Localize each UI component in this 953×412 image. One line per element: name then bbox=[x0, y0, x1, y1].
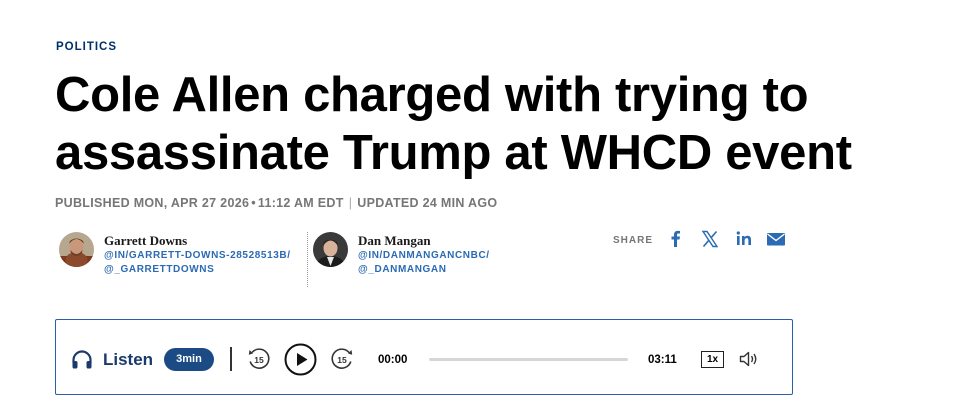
avatar[interactable] bbox=[313, 232, 348, 267]
play-button[interactable] bbox=[284, 343, 317, 381]
player-divider bbox=[230, 347, 232, 371]
audio-player: Listen 3min 15 15 00:00 03:11 1x bbox=[55, 319, 793, 395]
linkedin-icon[interactable] bbox=[733, 228, 755, 250]
timestamp-line: PUBLISHED MON, APR 27 2026 • 11:12 AM EDT |… bbox=[55, 196, 497, 210]
playback-speed-button[interactable]: 1x bbox=[701, 351, 724, 368]
total-time: 03:11 bbox=[648, 354, 677, 366]
timestamp-dot: • bbox=[251, 196, 256, 210]
author-divider bbox=[307, 232, 308, 287]
published-date: PUBLISHED MON, APR 27 2026 bbox=[55, 196, 250, 210]
author-linkedin-link[interactable]: @IN/DANMANGANCNBC/ bbox=[358, 250, 490, 261]
duration-badge: 3min bbox=[164, 348, 214, 371]
updated-time: UPDATED 24 MIN AGO bbox=[357, 196, 498, 210]
rewind-seconds: 15 bbox=[254, 355, 264, 365]
timestamp-separator: | bbox=[348, 196, 353, 210]
facebook-icon[interactable] bbox=[665, 228, 687, 250]
headline: Cole Allen charged with trying to assass… bbox=[55, 68, 852, 180]
listen-label[interactable]: Listen bbox=[103, 350, 153, 370]
email-icon[interactable] bbox=[765, 228, 787, 250]
article-header: POLITICS Cole Allen charged with trying … bbox=[55, 0, 953, 412]
author-linkedin-link[interactable]: @IN/GARRETT-DOWNS-28528513B/ bbox=[104, 250, 291, 261]
forward-15-button[interactable]: 15 bbox=[329, 346, 355, 377]
current-time: 00:00 bbox=[378, 354, 408, 366]
rewind-15-button[interactable]: 15 bbox=[246, 346, 272, 377]
author-name[interactable]: Garrett Downs bbox=[104, 233, 187, 249]
published-time: 11:12 AM EDT bbox=[257, 196, 344, 210]
forward-seconds: 15 bbox=[337, 355, 347, 365]
x-icon[interactable] bbox=[699, 228, 721, 250]
author-name[interactable]: Dan Mangan bbox=[358, 233, 431, 249]
avatar[interactable] bbox=[59, 232, 94, 267]
share-label: SHARE bbox=[613, 235, 654, 246]
author-x-link[interactable]: @_DANMANGAN bbox=[358, 264, 447, 275]
headphones-icon bbox=[70, 348, 94, 375]
author-x-link[interactable]: @_GARRETTDOWNS bbox=[104, 264, 214, 275]
section-label[interactable]: POLITICS bbox=[56, 41, 117, 53]
volume-icon[interactable] bbox=[738, 350, 760, 373]
progress-track[interactable] bbox=[429, 358, 628, 361]
